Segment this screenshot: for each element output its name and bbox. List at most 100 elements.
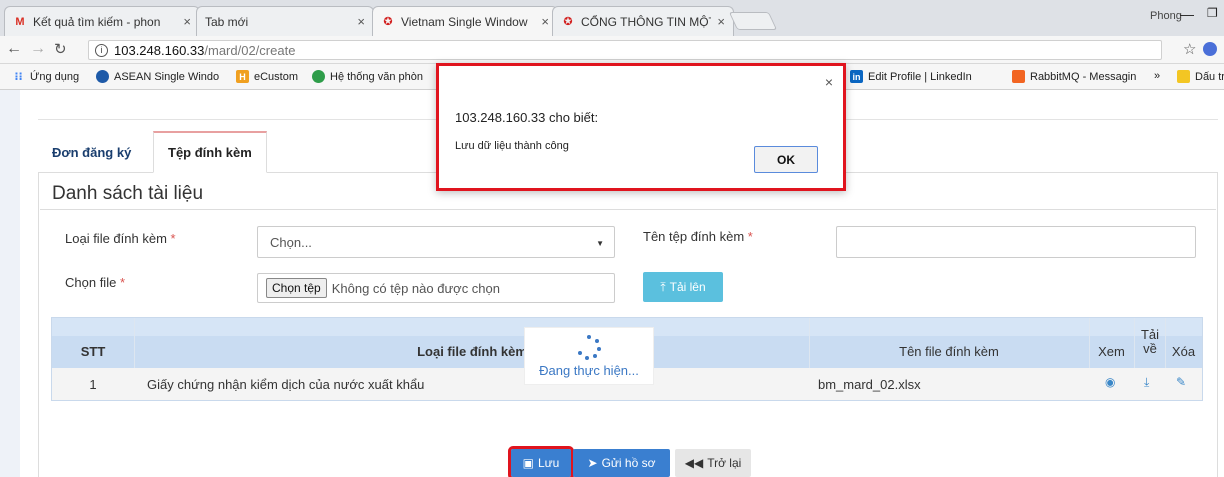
browser-tab-title: Tab mới — [205, 14, 249, 29]
label-text: Tên tệp đính kèm — [643, 229, 745, 244]
file-name-input[interactable] — [836, 226, 1196, 258]
bookmark-asean[interactable]: ASEAN Single Windo — [96, 70, 219, 83]
header-delete: Xóa — [1171, 344, 1196, 359]
browser-tab-gmail[interactable]: M Kết quả tìm kiếm - phon × — [4, 6, 200, 36]
send-icon: ➤ — [587, 456, 598, 470]
office-globe-icon — [312, 70, 325, 83]
bookmark-apps[interactable]: ⁝⁝ Ứng dụng — [12, 70, 80, 84]
browser-tab-vnsw[interactable]: ✪ Vietnam Single Window × — [372, 6, 558, 36]
extension-icon[interactable] — [1203, 42, 1217, 56]
bookmarks-overflow[interactable]: » — [1154, 70, 1160, 82]
vietnam-emblem-icon: ✪ — [563, 16, 573, 28]
bookmark-label: RabbitMQ - Messagin — [1030, 70, 1137, 83]
required-mark: * — [119, 275, 125, 290]
upload-icon: ⤒ — [660, 279, 666, 294]
bookmark-linkedin[interactable]: in Edit Profile | LinkedIn — [850, 70, 972, 83]
required-mark: * — [747, 229, 753, 244]
forward-arrow-icon[interactable]: → — [30, 40, 46, 58]
globe-icon — [96, 70, 109, 83]
label-text: Loại file đính kèm — [65, 231, 167, 246]
close-icon[interactable]: × — [183, 14, 191, 29]
new-tab-button[interactable] — [728, 12, 778, 30]
left-sidebar-strip — [0, 90, 20, 477]
file-type-select[interactable]: Chọn... ▼ — [257, 226, 615, 258]
vietnam-emblem-icon: ✪ — [383, 16, 393, 28]
cell-stt: 1 — [89, 377, 97, 392]
folder-icon — [1177, 70, 1190, 83]
bookmark-label: Ứng dụng — [30, 70, 80, 83]
caret-down-icon: ▼ — [596, 239, 604, 248]
bookmark-folder[interactable]: Dấu trang — [1177, 70, 1224, 83]
ok-button[interactable]: OK — [754, 146, 818, 173]
browser-tab-bar: M Kết quả tìm kiếm - phon × Tab mới × ✪ … — [0, 0, 1224, 36]
tab-registration[interactable]: Đơn đăng ký — [38, 131, 145, 173]
divider — [40, 209, 1216, 210]
address-toolbar: ← → ↻ i 103.248.160.33 /mard/02/create — [0, 36, 1224, 64]
upload-button[interactable]: ⤒ Tải lên — [643, 272, 723, 302]
gmail-icon: M — [15, 15, 25, 28]
download-icon[interactable]: ⤓ — [1144, 375, 1149, 390]
floppy-disk-icon: ▣ — [522, 456, 534, 470]
no-file-text: Không có tệp nào được chọn — [331, 280, 500, 296]
bookmark-rabbitmq[interactable]: RabbitMQ - Messagin — [1012, 70, 1136, 83]
loading-indicator: Đang thực hiện... — [524, 327, 654, 385]
file-type-label: Loại file đính kèm * — [65, 231, 176, 246]
spinner-icon — [576, 334, 602, 361]
dialog-message: Lưu dữ liệu thành công — [455, 140, 569, 152]
bookmark-label: Hệ thống văn phòn — [330, 70, 423, 83]
bookmark-label: eCustom — [254, 70, 299, 83]
browser-tab-title: Vietnam Single Window — [401, 14, 528, 29]
linkedin-icon: in — [850, 70, 863, 83]
button-label: Trở lại — [707, 456, 742, 470]
dialog-title: 103.248.160.33 cho biết: — [455, 110, 599, 125]
tab-attachments[interactable]: Tệp đính kèm — [153, 131, 267, 173]
back-arrow-icon[interactable]: ← — [6, 40, 22, 58]
bookmark-office[interactable]: Hệ thống văn phòn — [312, 70, 423, 83]
button-label: Lưu — [537, 456, 560, 470]
choose-file-button[interactable]: Chọn tệp — [266, 278, 327, 298]
double-chevron-left-icon: ◀◀ — [684, 456, 704, 470]
rabbitmq-icon — [1012, 70, 1025, 83]
bookmark-star-icon[interactable]: ☆ — [1183, 40, 1196, 58]
alert-dialog: × 103.248.160.33 cho biết: Lưu dữ liệu t… — [436, 63, 846, 191]
send-dossier-button[interactable]: ➤ Gửi hồ sơ — [573, 449, 670, 477]
address-input[interactable]: i 103.248.160.33 /mard/02/create — [88, 40, 1162, 60]
browser-tab-portal[interactable]: ✪ CỔNG THÔNG TIN MỘT × — [552, 6, 734, 36]
cell-file-name: bm_mard_02.xlsx — [818, 377, 921, 392]
info-icon[interactable]: i — [95, 43, 108, 57]
back-button[interactable]: ◀◀ Trở lại — [675, 449, 751, 477]
header-file-name: Tên file đính kèm — [899, 344, 999, 359]
eye-icon[interactable]: ◉ — [1105, 375, 1115, 389]
label-text: Chọn file — [65, 275, 117, 290]
section-title: Danh sách tài liệu — [52, 183, 204, 204]
close-icon[interactable]: × — [717, 14, 725, 29]
ecustom-icon: H — [236, 70, 249, 83]
address-path: /mard/02/create — [204, 42, 296, 58]
close-icon[interactable]: × — [825, 74, 833, 90]
save-button[interactable]: ▣ Lưu — [508, 446, 574, 477]
reload-icon[interactable]: ↻ — [54, 40, 67, 58]
bookmark-label: Dấu trang — [1195, 70, 1224, 83]
loading-text: Đang thực hiện... — [539, 362, 639, 378]
edit-icon[interactable]: ✎ — [1176, 375, 1186, 389]
close-icon[interactable]: × — [357, 14, 365, 29]
address-host: 103.248.160.33 — [114, 42, 205, 58]
button-label: Tải lên — [669, 280, 706, 294]
apps-grid-icon: ⁝⁝ — [14, 71, 23, 83]
file-name-label: Tên tệp đính kèm * — [643, 229, 753, 244]
bookmark-ecustom[interactable]: H eCustom — [236, 70, 298, 83]
maximize-icon[interactable]: ❐ — [1207, 6, 1218, 20]
cell-file-type: Giấy chứng nhận kiểm dịch của nước xuất … — [147, 377, 425, 392]
bookmark-label: Edit Profile | LinkedIn — [868, 70, 972, 83]
close-icon[interactable]: × — [541, 14, 549, 29]
choose-file-label: Chọn file * — [65, 275, 125, 290]
header-stt: STT — [80, 344, 106, 359]
bookmark-label: ASEAN Single Windo — [114, 70, 220, 83]
select-value: Chọn... — [270, 234, 312, 250]
profile-name[interactable]: Phong — [1150, 10, 1182, 22]
header-view: Xem — [1098, 344, 1125, 359]
required-mark: * — [170, 231, 176, 246]
minimize-icon[interactable]: — — [1180, 6, 1194, 22]
browser-tab-new[interactable]: Tab mới × — [196, 6, 374, 36]
file-input[interactable]: Chọn tệp Không có tệp nào được chọn — [257, 273, 615, 303]
